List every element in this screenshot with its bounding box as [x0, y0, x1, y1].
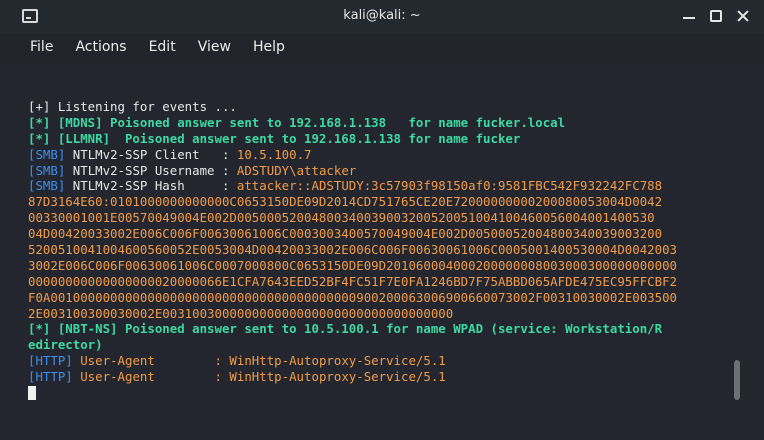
- window-title: kali@kali: ~: [343, 8, 421, 23]
- terminal-line: 00330001001E00570049004E002D005000520048…: [28, 210, 718, 226]
- minimize-icon[interactable]: [682, 9, 696, 23]
- terminal-line: [*] [LLMNR] Poisoned answer sent to 192.…: [28, 131, 718, 147]
- terminal-text: 00330001001E00570049004E002D005000520048…: [28, 210, 655, 226]
- terminal-text: NTLMv2-SSP Client :: [65, 146, 237, 162]
- terminal-line: 00000000000000000020000066E1CFA7643EED52…: [28, 274, 718, 290]
- terminal-text: [HTTP]: [28, 353, 73, 369]
- terminal-text: [*] [MDNS] Poisoned answer sent to 192.1…: [28, 114, 566, 130]
- terminal-text: User-Agent : WinHttp-Autoproxy-Service/5…: [72, 369, 446, 385]
- close-icon[interactable]: [736, 9, 750, 23]
- terminal-text: [+] Listening for events ...: [28, 99, 237, 114]
- menu-bar: File Actions Edit View Help: [0, 34, 764, 60]
- terminal-line: [*] [NBT-NS] Poisoned answer sent to 10.…: [28, 321, 718, 337]
- terminal-text: [HTTP]: [28, 369, 73, 385]
- terminal-text: F0A0010000000000000000000000000000000000…: [28, 289, 678, 305]
- maximize-icon[interactable]: [710, 10, 722, 22]
- terminal-text: 87D3164E60:0101000000000000C0653150DE09D…: [28, 194, 663, 210]
- title-bar[interactable]: kali@kali: ~: [0, 0, 764, 34]
- terminal-line: 3002E006C006F00630061006C0007000800C0653…: [28, 258, 718, 274]
- prompt-line: [28, 385, 718, 401]
- terminal-line: [HTTP] User-Agent : WinHttp-Autoproxy-Se…: [28, 353, 718, 369]
- menu-file[interactable]: File: [30, 39, 53, 55]
- terminal-output-area[interactable]: [+] Listening for events ... [*] [MDNS] P…: [0, 64, 764, 440]
- terminal-text: User-Agent : WinHttp-Autoproxy-Service/5…: [72, 353, 446, 369]
- terminal-text: NTLMv2-SSP Username :: [65, 162, 237, 178]
- terminal-line: 87D3164E60:0101000000000000C0653150DE09D…: [28, 194, 718, 210]
- terminal-text: 3002E006C006F00630061006C0007000800C0653…: [28, 257, 678, 273]
- menu-view[interactable]: View: [198, 39, 231, 55]
- terminal-text: NTLMv2-SSP Hash :: [65, 178, 237, 194]
- terminal-line: [SMB] NTLMv2-SSP Hash : attacker::ADSTUD…: [28, 178, 718, 194]
- terminal-line: [*] [MDNS] Poisoned answer sent to 192.1…: [28, 115, 718, 131]
- terminal-line: 04D00420033002E006C006F00630061006C00030…: [28, 226, 718, 242]
- terminal-line: [+] Listening for events ...: [28, 99, 718, 115]
- terminal-text: [SMB]: [28, 146, 66, 162]
- terminal-text: attacker::ADSTUDY:3c57903f98150af0:9581F…: [236, 178, 663, 194]
- terminal-text: 00000000000000000020000066E1CFA7643EED52…: [28, 273, 678, 289]
- terminal-lines: [+] Listening for events ... [*] [MDNS] P…: [28, 99, 718, 401]
- text-cursor: [28, 386, 36, 401]
- terminal-line: 5200510041004600560052E0053004D004200330…: [28, 242, 718, 258]
- terminal-line: [SMB] NTLMv2-SSP Username : ADSTUDY\atta…: [28, 163, 718, 179]
- window-controls: [682, 9, 750, 23]
- terminal-line: 2E003100300030002E0031003000000000000000…: [28, 306, 718, 322]
- terminal-line: [HTTP] User-Agent : WinHttp-Autoproxy-Se…: [28, 369, 718, 385]
- terminal-text: edirector): [28, 337, 103, 353]
- terminal-text: 5200510041004600560052E0053004D004200330…: [28, 242, 678, 258]
- terminal-text: [SMB]: [28, 178, 66, 194]
- terminal-text: [*] [NBT-NS] Poisoned answer sent to 10.…: [28, 321, 663, 337]
- terminal-line: edirector): [28, 337, 718, 353]
- terminal-text: ADSTUDY\attacker: [236, 162, 357, 178]
- terminal-text: 10.5.100.7: [236, 146, 312, 162]
- terminal-text: [SMB]: [28, 162, 66, 178]
- scrollbar-thumb[interactable]: [734, 360, 740, 400]
- terminal-text: [*] [LLMNR] Poisoned answer sent to 192.…: [28, 130, 521, 146]
- menu-actions[interactable]: Actions: [75, 39, 126, 55]
- terminal-line: F0A0010000000000000000000000000000000000…: [28, 290, 718, 306]
- terminal-text: 2E003100300030002E0031003000000000000000…: [28, 305, 454, 321]
- terminal-window: kali@kali: ~ File Actions Edit View Help…: [0, 0, 764, 440]
- menu-edit[interactable]: Edit: [149, 39, 176, 55]
- menu-help[interactable]: Help: [253, 39, 285, 55]
- terminal-text: 04D00420033002E006C006F00630061006C00030…: [28, 226, 663, 242]
- terminal-line: [SMB] NTLMv2-SSP Client : 10.5.100.7: [28, 147, 718, 163]
